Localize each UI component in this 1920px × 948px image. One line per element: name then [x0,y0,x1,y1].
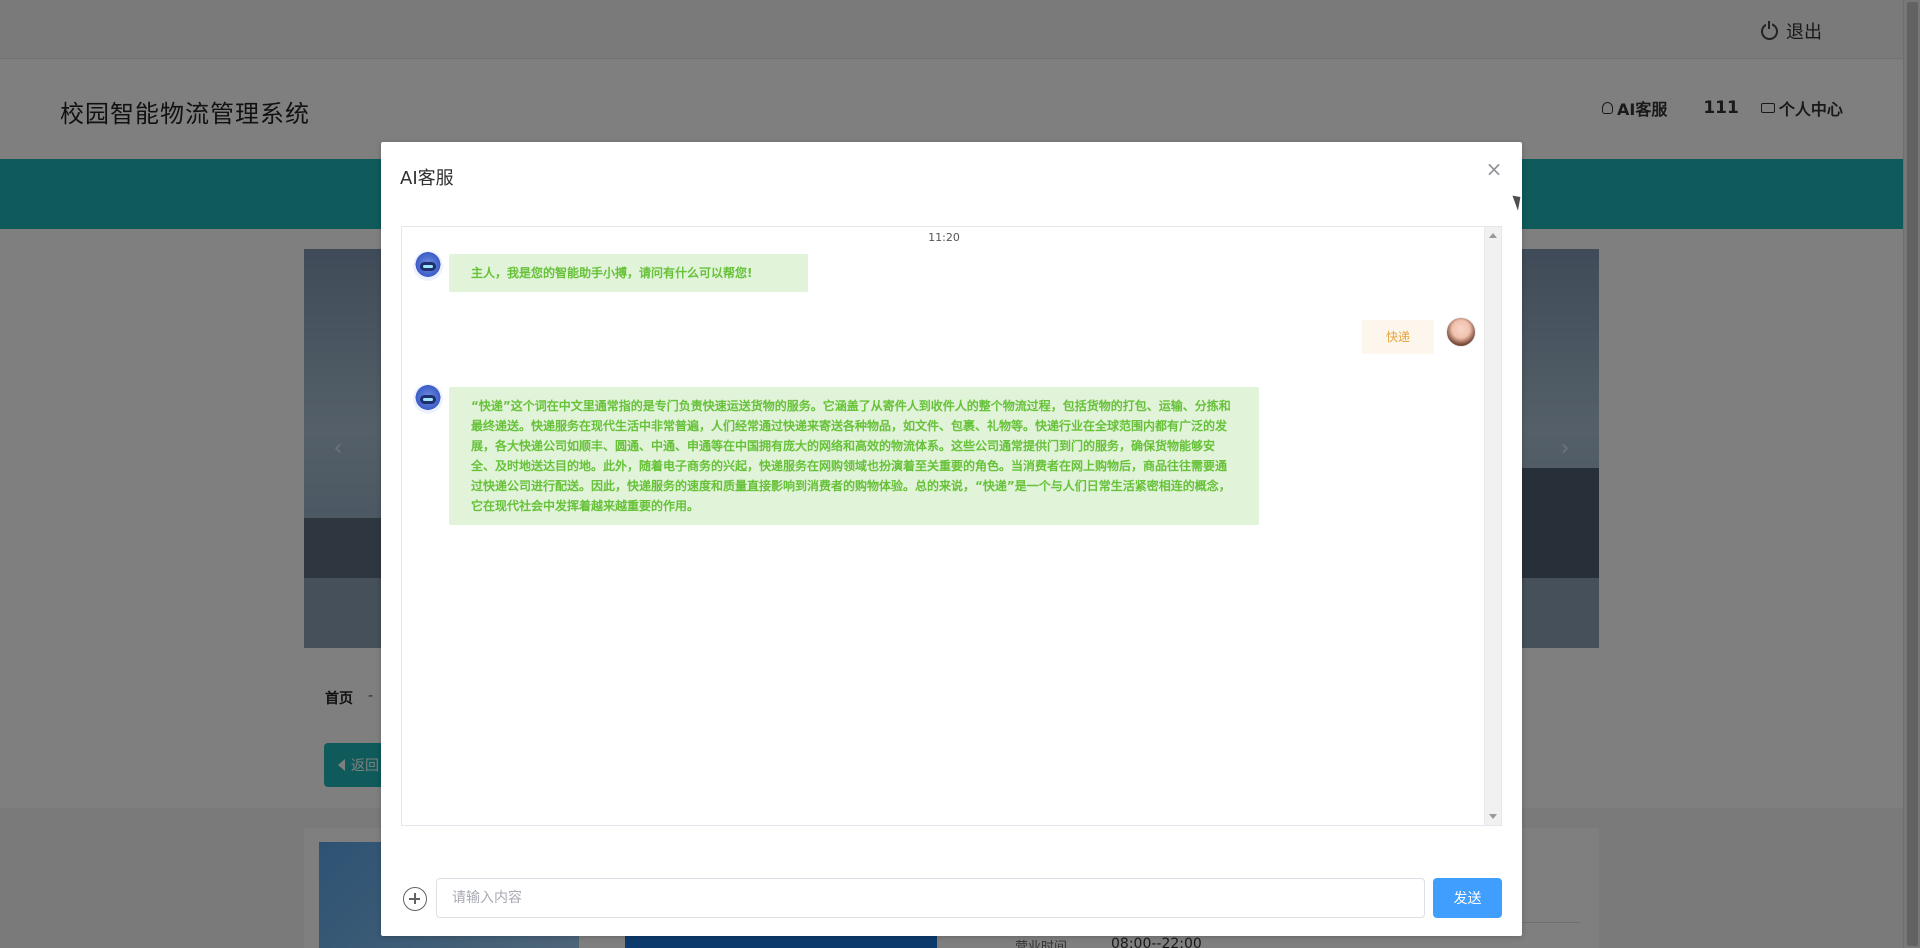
plus-circle-icon[interactable] [403,887,427,911]
dialog-title: AI客服 [400,168,454,189]
chat-window: 11:20 主人，我是您的智能助手小搏，请问有什么可以帮您! 快递 “快递”这个… [401,226,1502,826]
scroll-up-icon[interactable] [1489,233,1497,238]
chat-scrollbar[interactable] [1484,227,1501,825]
chat-message-bot: 主人，我是您的智能助手小搏，请问有什么可以帮您! [449,254,808,292]
user-avatar [1446,317,1476,347]
chat-timestamp: 11:20 [928,231,960,244]
send-button[interactable]: 发送 [1433,878,1502,918]
scroll-down-icon[interactable] [1489,814,1497,819]
bot-avatar-icon [413,384,443,414]
close-icon[interactable]: × [1485,159,1503,179]
bot-avatar-icon [413,251,443,281]
chat-message-user: 快递 [1362,320,1435,354]
message-input[interactable] [436,878,1425,918]
ai-service-dialog: AI客服 × 11:20 主人，我是您的智能助手小搏，请问有什么可以帮您! 快递… [381,142,1522,936]
chat-input-row: 发送 [401,878,1502,918]
chat-message-bot: “快递”这个词在中文里通常指的是专门负责快速运送货物的服务。它涵盖了从寄件人到收… [449,387,1259,525]
